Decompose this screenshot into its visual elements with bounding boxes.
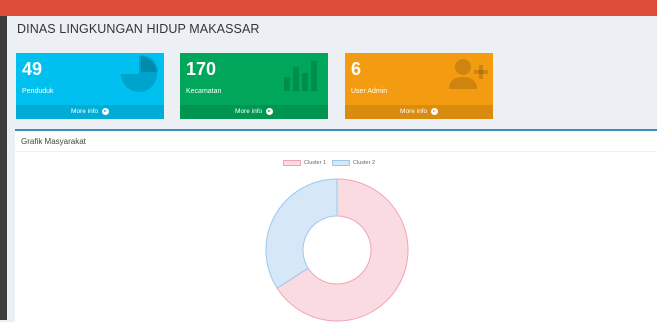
left-edge	[0, 0, 7, 320]
arrow-circle-right-icon	[430, 107, 438, 115]
page-title: DINAS LINGKUNGAN HIDUP MAKASSAR	[17, 22, 260, 36]
more-info-link[interactable]: More info	[345, 105, 493, 119]
stat-value: 49	[22, 59, 43, 79]
stat-value: 170	[186, 59, 217, 79]
stat-label: User Admin	[351, 88, 388, 95]
more-info-link[interactable]: More info	[180, 105, 328, 119]
chart-panel-title: Grafik Masyarakat	[21, 137, 86, 146]
pie-chart-icon	[121, 55, 158, 92]
stat-box-penduduk: 49 Penduduk More info	[16, 53, 164, 119]
more-info-link[interactable]: More info	[16, 105, 164, 119]
donut-chart	[265, 178, 409, 322]
user-add-icon	[449, 59, 488, 89]
chart-panel-header: Grafik Masyarakat	[15, 131, 657, 152]
donut-slice-cluster-2[interactable]	[265, 178, 338, 289]
stat-box-user-admin: 6 User Admin More info	[345, 53, 493, 119]
stat-box-kecamatan: 170 Kecamatan More info	[180, 53, 328, 119]
more-info-label: More info	[400, 108, 428, 115]
chart-area: Cluster 1 Cluster 2	[15, 152, 657, 322]
stat-value: 6	[351, 59, 362, 79]
more-info-label: More info	[235, 108, 263, 115]
arrow-circle-right-icon	[101, 107, 109, 115]
top-bar	[0, 0, 657, 16]
stat-label: Kecamatan	[186, 88, 222, 95]
bar-chart-icon	[284, 61, 317, 91]
stat-label: Penduduk	[22, 88, 54, 95]
chart-panel: Grafik Masyarakat Cluster 1 Cluster 2	[15, 129, 657, 322]
arrow-circle-right-icon	[265, 107, 273, 115]
more-info-label: More info	[71, 108, 99, 115]
